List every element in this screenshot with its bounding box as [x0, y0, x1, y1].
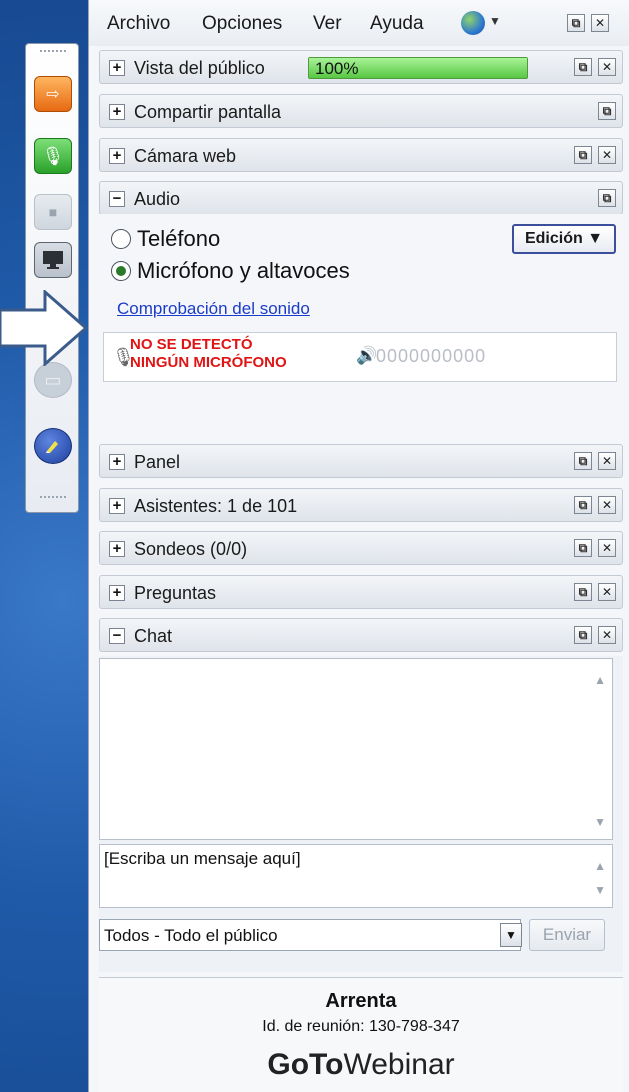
close-icon[interactable]: ✕ [591, 14, 609, 32]
popout-icon[interactable]: ⧉ [567, 14, 585, 32]
mic-status-text: NO SE DETECTÓ NINGÚN MICRÓFONO [130, 336, 287, 372]
scroll-down-icon[interactable]: ▼ [594, 815, 606, 829]
chat-input-placeholder: [Escriba un mensaje aquí] [104, 849, 301, 868]
section-panel[interactable]: + Panel ⧉ ✕ [99, 444, 623, 478]
popout-icon[interactable]: ⧉ [574, 452, 592, 470]
close-icon[interactable]: ✕ [598, 58, 616, 76]
popout-icon[interactable]: ⧉ [574, 583, 592, 601]
close-icon[interactable]: ✕ [598, 539, 616, 557]
control-panel: Archivo Opciones Ver Ayuda ▼ ⧉ ✕ + Vista… [88, 0, 629, 1092]
progress-label: 100% [315, 59, 359, 78]
section-polls[interactable]: + Sondeos (0/0) ⧉ ✕ [99, 531, 623, 565]
popout-icon[interactable]: ⧉ [574, 496, 592, 514]
menu-bar: Archivo Opciones Ver Ayuda ▼ ⧉ ✕ [89, 0, 629, 46]
recipient-select[interactable]: Todos - Todo el público ▼ [99, 919, 522, 951]
edit-audio-button[interactable]: Edición ▼ [512, 224, 616, 254]
radio-microfono-label[interactable]: Micrófono y altavoces [137, 258, 350, 284]
collapse-icon[interactable]: − [109, 628, 125, 644]
section-title: Panel [134, 452, 181, 472]
section-public-view[interactable]: + Vista del público 100% ⧉ ✕ [99, 50, 623, 84]
popout-icon[interactable]: ⧉ [574, 626, 592, 644]
chat-area: ▲ ▼ [Escriba un mensaje aquí] ▲ ▼ Todos … [99, 656, 623, 972]
section-title: Vista del público [134, 58, 265, 78]
sound-check-link[interactable]: Comprobación del sonido [117, 299, 310, 319]
scroll-up-icon[interactable]: ▲ [594, 859, 606, 873]
presenter-screen-button[interactable]: ▭ [34, 362, 72, 398]
radio-telefono[interactable] [111, 229, 131, 249]
section-title: Audio [134, 189, 181, 209]
menu-archivo[interactable]: Archivo [107, 13, 170, 35]
audio-level-meter: 0000000000 [376, 346, 487, 366]
close-icon[interactable]: ✕ [598, 496, 616, 514]
control-toolbar: ⇨ 🎙 ■ ▭ [25, 43, 79, 513]
close-icon[interactable]: ✕ [598, 146, 616, 164]
organizer-name: Arrenta [325, 990, 397, 1012]
chevron-down-icon[interactable]: ▼ [500, 923, 522, 947]
footer: Arrenta Id. de reunión: 130-798-347 GoTo… [99, 977, 623, 1092]
popout-icon[interactable]: ⧉ [574, 539, 592, 557]
collapse-icon[interactable]: − [109, 191, 125, 207]
pen-icon [46, 441, 58, 453]
mic-status-line1: NO SE DETECTÓ [130, 336, 253, 353]
close-icon[interactable]: ✕ [598, 626, 616, 644]
section-title: Sondeos (0/0) [134, 539, 248, 559]
section-webcam[interactable]: + Cámara web ⧉ ✕ [99, 138, 623, 172]
chat-message-input[interactable]: [Escriba un mensaje aquí] ▲ ▼ [99, 844, 613, 908]
section-questions[interactable]: + Preguntas ⧉ ✕ [99, 575, 623, 609]
collapse-arrow-button[interactable]: ⇨ [34, 76, 72, 112]
logo-light: Webinar [343, 1048, 455, 1081]
public-view-progress: 100% [308, 57, 528, 79]
section-audio[interactable]: − Audio ⧉ [99, 181, 623, 215]
menu-ver[interactable]: Ver [313, 13, 342, 35]
monitor-icon [43, 251, 63, 269]
expand-icon[interactable]: + [109, 454, 125, 470]
expand-icon[interactable]: + [109, 585, 125, 601]
chat-log[interactable]: ▲ ▼ [99, 658, 613, 840]
scroll-down-icon[interactable]: ▼ [594, 883, 606, 897]
expand-icon[interactable]: + [109, 104, 125, 120]
globe-icon[interactable] [461, 11, 485, 35]
section-chat[interactable]: − Chat ⧉ ✕ [99, 618, 623, 652]
section-title: Asistentes: 1 de 101 [134, 496, 298, 516]
section-title: Compartir pantalla [134, 102, 282, 122]
expand-icon[interactable]: + [109, 541, 125, 557]
gotowebinar-logo: GoToWebinar [99, 1048, 623, 1082]
radio-telefono-label[interactable]: Teléfono [137, 226, 220, 252]
speaker-icon: 🔊 [356, 346, 378, 365]
expand-icon[interactable]: + [109, 60, 125, 76]
section-title: Chat [134, 626, 173, 646]
chevron-down-icon[interactable]: ▼ [489, 14, 501, 28]
webcam-button[interactable]: ■ [34, 194, 72, 230]
mic-status-line2: NINGÚN MICRÓFONO [130, 354, 287, 371]
expand-icon[interactable]: + [109, 498, 125, 514]
section-title: Preguntas [134, 583, 217, 603]
send-button[interactable]: Enviar [529, 919, 605, 951]
logo-bold: GoTo [267, 1048, 344, 1081]
toolbar-grip-bottom[interactable] [40, 496, 66, 504]
expand-icon[interactable]: + [109, 148, 125, 164]
mic-status-box: 🎙 NO SE DETECTÓ NINGÚN MICRÓFONO 🔊 00000… [103, 332, 617, 382]
pointer-arrow-icon [0, 290, 89, 366]
section-attendees[interactable]: + Asistentes: 1 de 101 ⧉ ✕ [99, 488, 623, 522]
close-icon[interactable]: ✕ [598, 452, 616, 470]
drawing-tools-button[interactable] [34, 428, 72, 464]
toolbar-grip-top[interactable] [40, 50, 66, 58]
section-title: Cámara web [134, 146, 237, 166]
microphone-button[interactable]: 🎙 [34, 138, 72, 174]
section-share-screen[interactable]: + Compartir pantalla ⧉ [99, 94, 623, 128]
menu-opciones[interactable]: Opciones [202, 13, 282, 35]
screen-share-button[interactable] [34, 242, 72, 278]
audio-body: Teléfono Micrófono y altavoces Edición ▼… [99, 214, 623, 440]
popout-icon[interactable]: ⧉ [598, 189, 616, 207]
popout-icon[interactable]: ⧉ [574, 146, 592, 164]
meeting-id: Id. de reunión: 130-798-347 [262, 1018, 460, 1035]
close-icon[interactable]: ✕ [598, 583, 616, 601]
scroll-up-icon[interactable]: ▲ [594, 673, 606, 687]
radio-microfono[interactable] [111, 261, 131, 281]
popout-icon[interactable]: ⧉ [574, 58, 592, 76]
recipient-value: Todos - Todo el público [104, 926, 278, 945]
menu-ayuda[interactable]: Ayuda [370, 13, 424, 35]
popout-icon[interactable]: ⧉ [598, 102, 616, 120]
